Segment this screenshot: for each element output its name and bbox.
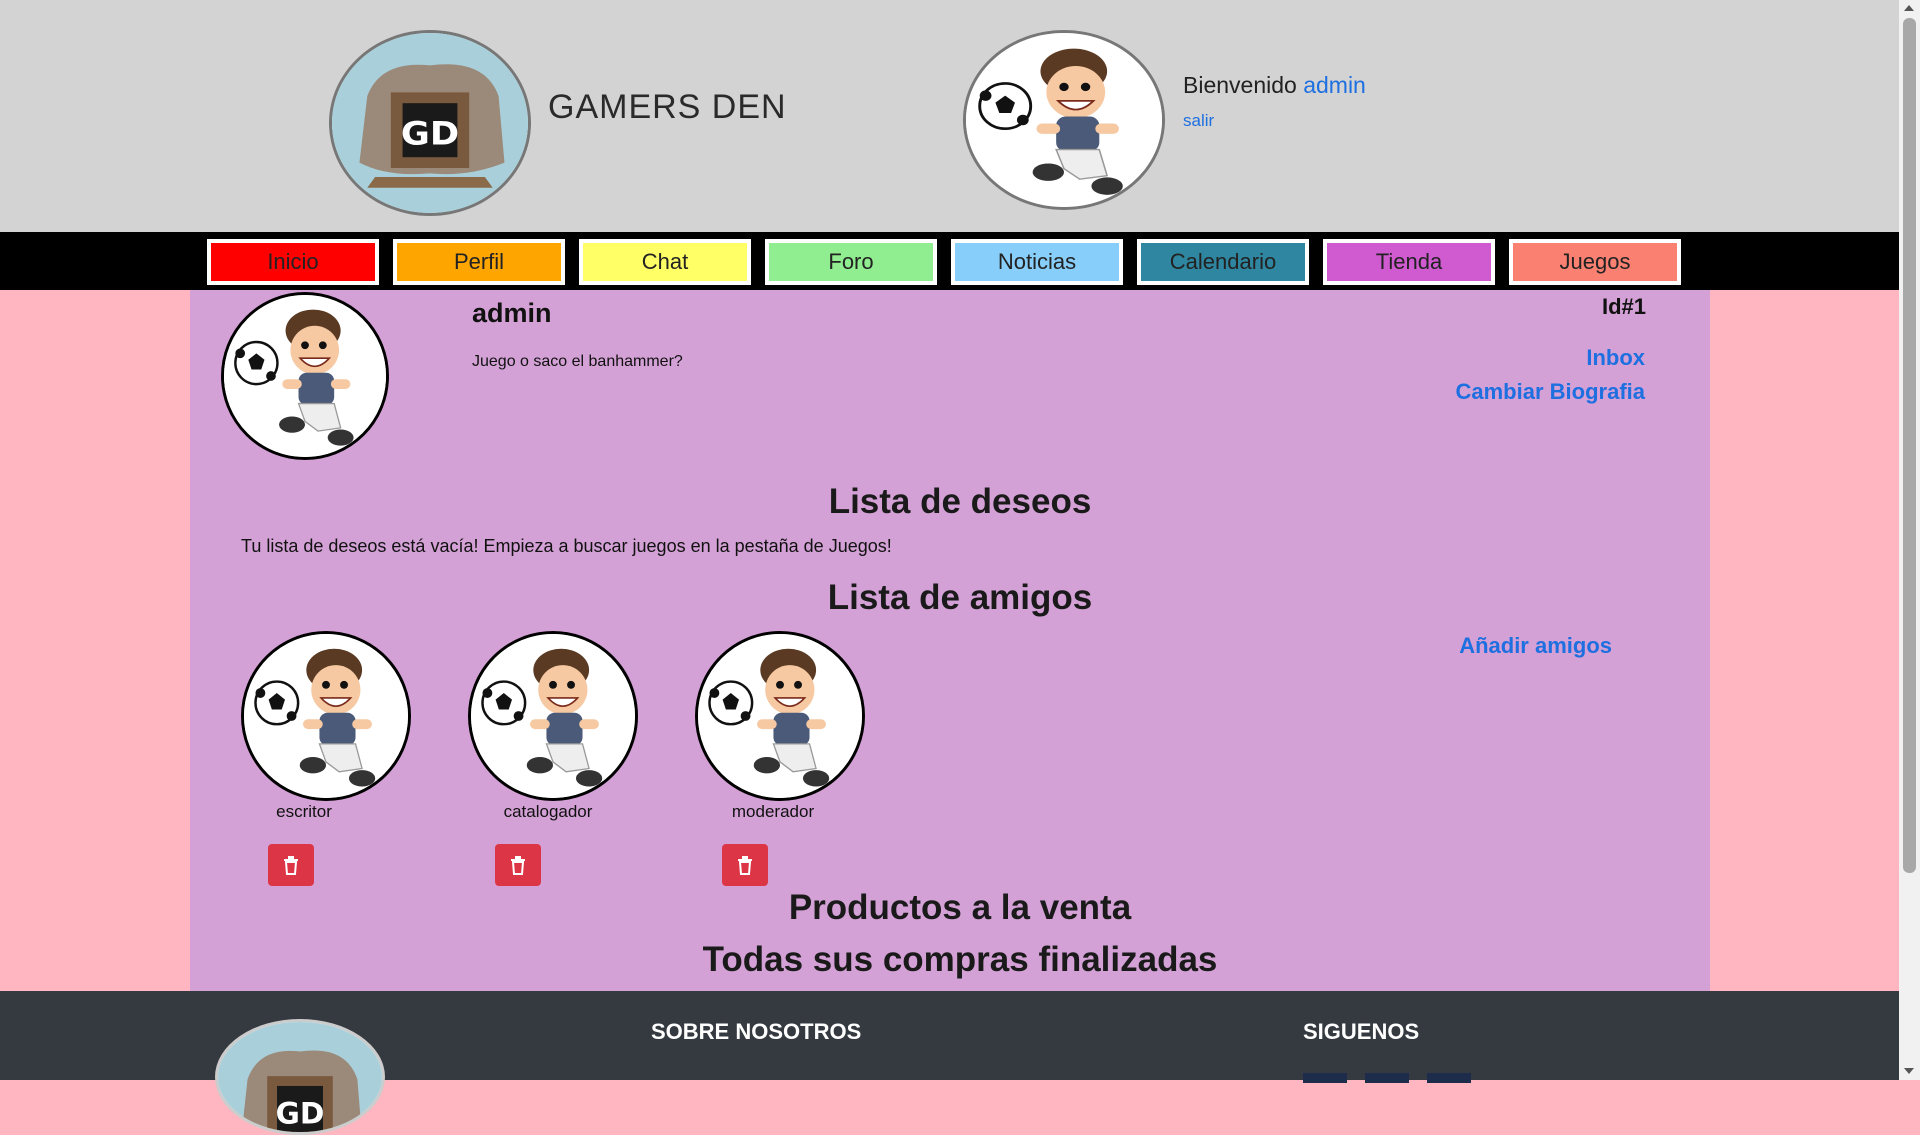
nav-item-noticias[interactable]: Noticias	[951, 239, 1123, 285]
friend-name[interactable]: moderador	[688, 802, 858, 822]
profile-avatar	[221, 292, 389, 460]
add-friends-link[interactable]: Añadir amigos	[1459, 633, 1612, 659]
nav-label: Tienda	[1375, 249, 1443, 274]
friend-name[interactable]: escritor	[219, 802, 389, 822]
footer-follow-title: SIGUENOS	[1303, 1019, 1420, 1044]
trash-icon	[284, 856, 298, 875]
main-nav: Inicio Perfil Chat Foro Noticias Calenda…	[0, 232, 1899, 290]
nav-item-tienda[interactable]: Tienda	[1323, 239, 1495, 285]
welcome-text: Bienvenido	[1183, 72, 1297, 98]
footer-logo[interactable]	[215, 1019, 385, 1135]
social-link[interactable]	[1427, 1073, 1471, 1083]
profile-username: admin	[472, 298, 552, 328]
nav-label: Perfil	[453, 249, 505, 274]
friend-avatar[interactable]	[695, 631, 865, 801]
soccer-kid-avatar-icon	[471, 634, 635, 798]
purchases-title: Todas sus compras finalizadas	[702, 940, 1218, 979]
inbox-link[interactable]: Inbox	[1586, 345, 1645, 371]
wishlist-title: Lista de deseos	[828, 482, 1092, 521]
delete-friend-button[interactable]	[268, 844, 314, 886]
site-logo[interactable]	[329, 30, 531, 216]
nav-label: Chat	[641, 249, 689, 274]
nav-item-foro[interactable]: Foro	[765, 239, 937, 285]
trash-icon	[511, 856, 525, 875]
delete-friend-button[interactable]	[495, 844, 541, 886]
friend-avatar[interactable]	[468, 631, 638, 801]
logout-link[interactable]: salir	[1183, 111, 1214, 131]
nav-item-juegos[interactable]: Juegos	[1509, 239, 1681, 285]
welcome-message: Bienvenido admin	[1183, 72, 1366, 99]
scrollbar-thumb[interactable]	[1903, 18, 1916, 873]
delete-friend-button[interactable]	[722, 844, 768, 886]
header-user-avatar	[963, 30, 1165, 210]
profile-bio: Juego o saco el banhammer?	[472, 353, 683, 370]
nav-label: Noticias	[997, 249, 1077, 274]
change-bio-link[interactable]: Cambiar Biografia	[1456, 379, 1646, 405]
footer-about-title: SOBRE NOSOTROS	[651, 1019, 862, 1044]
friend-name[interactable]: catalogador	[463, 802, 633, 822]
trash-icon	[738, 856, 752, 875]
profile-id: Id#1	[1601, 294, 1646, 319]
nav-item-chat[interactable]: Chat	[579, 239, 751, 285]
welcome-username-link[interactable]: admin	[1303, 72, 1366, 98]
site-header: GAMERS DEN Bienvenido admin salir	[0, 0, 1899, 232]
nav-label: Inicio	[267, 249, 319, 274]
gamers-den-logo-icon	[218, 1022, 382, 1132]
social-link[interactable]	[1303, 1073, 1347, 1083]
site-footer: SOBRE NOSOTROS SIGUENOS	[0, 991, 1899, 1135]
nav-label: Calendario	[1169, 249, 1277, 274]
soccer-kid-avatar-icon	[966, 33, 1162, 207]
wishlist-empty-message: Tu lista de deseos está vacía! Empieza a…	[241, 536, 892, 556]
profile-main: admin Juego o saco el banhammer? Id#1 In…	[190, 290, 1710, 991]
soccer-kid-avatar-icon	[698, 634, 862, 798]
social-link[interactable]	[1365, 1073, 1409, 1083]
nav-item-perfil[interactable]: Perfil	[393, 239, 565, 285]
soccer-kid-avatar-icon	[224, 295, 386, 457]
gamers-den-logo-icon	[332, 33, 528, 213]
site-title: GAMERS DEN	[548, 88, 787, 126]
nav-label: Juegos	[1559, 249, 1631, 274]
scroll-up-icon[interactable]	[1904, 5, 1914, 11]
soccer-kid-avatar-icon	[244, 634, 408, 798]
nav-label: Foro	[828, 249, 874, 274]
page-scrollbar[interactable]	[1899, 0, 1920, 1080]
friends-title: Lista de amigos	[827, 578, 1093, 617]
scroll-down-icon[interactable]	[1904, 1068, 1914, 1074]
nav-item-inicio[interactable]: Inicio	[207, 239, 379, 285]
friend-avatar[interactable]	[241, 631, 411, 801]
products-for-sale-title: Productos a la venta	[788, 888, 1132, 927]
nav-item-calendario[interactable]: Calendario	[1137, 239, 1309, 285]
